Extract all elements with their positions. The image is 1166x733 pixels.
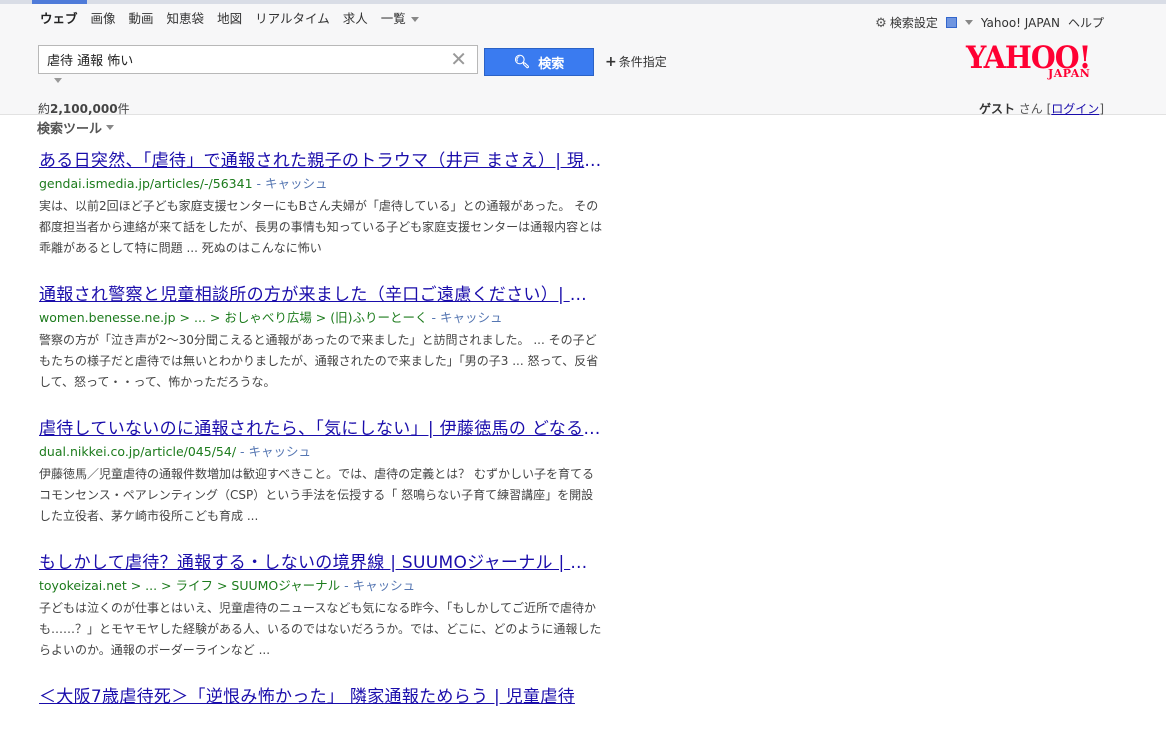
search-tools-toggle[interactable]: 検索ツール [37,118,115,137]
search-result: もしかして虐待？通報する・しないの境界線 | SUUMOジャーナル | 住まい … [39,552,604,661]
cache-link[interactable]: - キャッシュ [236,444,311,459]
result-count-number: 2,100,000 [50,102,118,116]
search-result: 虐待していないのに通報されたら、「気にしない」| 伊藤徳馬の どなる子育てから卒… [39,418,604,527]
result-title-link[interactable]: ある日突然、「虐待」で通報された親子のトラウマ（井戸 まさえ）| 現代ビジネス [39,150,604,172]
search-icon: 🔍︎ [513,54,531,70]
tab-more[interactable]: 一覧 [381,12,419,26]
tab-more-label: 一覧 [380,11,406,26]
search-button[interactable]: 🔍︎ 検索 [484,48,594,76]
result-title-link[interactable]: ＜大阪7歳虐待死＞「逆恨み怖かった」 隣家通報ためらう | 児童虐待 [39,686,604,708]
result-count: 約2,100,000件 [38,100,130,117]
result-url-text: toyokeizai.net > ... > ライフ > SUUMOジャーナル [39,578,341,593]
result-snippet: 実は、以前2回ほど子ども家庭支援センターにもBさん夫婦が「虐待している」との通報… [39,199,603,255]
guest-san: さん [ [1014,102,1052,116]
result-count-suffix: 件 [117,102,130,116]
result-snippet: 伊藤徳馬／児童虐待の通報件数増加は歓迎すべきこと。では、虐待の定義とは？ むずか… [39,467,594,523]
search-results: ある日突然、「虐待」で通報された親子のトラウマ（井戸 まさえ）| 現代ビジネス … [39,150,604,733]
tab-web[interactable]: ウェブ [40,12,78,26]
result-title-link[interactable]: 通報され警察と児童相談所の方が来ました（辛口ご遠慮ください）| おしゃべり広場 [39,284,604,306]
search-button-label: 検索 [538,56,565,72]
yahoo-logo[interactable]: YAHOO! JAPAN [966,42,1106,84]
result-count-prefix: 約 [38,102,51,116]
search-result: ある日突然、「虐待」で通報された親子のトラウマ（井戸 まさえ）| 現代ビジネス … [39,150,604,259]
chevron-down-icon [410,16,419,22]
result-url: gendai.ismedia.jp/articles/-/56341 - キャッ… [39,176,604,192]
result-url: women.benesse.ne.jp > ... > おしゃべり広場 > (旧… [39,310,604,326]
help-link[interactable]: ヘルプ [1068,14,1104,31]
plus-icon: + [605,54,617,70]
suggest-chevron-icon[interactable] [54,78,62,83]
result-title-link[interactable]: 虐待していないのに通報されたら、「気にしない」| 伊藤徳馬の どなる子育てから卒… [39,418,604,440]
result-url-text: women.benesse.ne.jp > ... > おしゃべり広場 > (旧… [39,310,428,325]
search-input[interactable] [39,46,445,72]
search-result: 通報され警察と児童相談所の方が来ました（辛口ご遠慮ください）| おしゃべり広場 … [39,284,604,393]
advanced-search-label: 条件指定 [618,55,667,69]
advanced-search-link[interactable]: + 条件指定 [605,53,667,70]
top-links: ⚙ 検索設定 Yahoo! JAPAN ヘルプ [867,14,1104,32]
search-tools-label: 検索ツール [37,122,103,137]
search-box: ✕ [38,45,478,74]
chevron-down-icon [964,20,973,25]
tab-images[interactable]: 画像 [91,12,116,26]
result-url: toyokeizai.net > ... > ライフ > SUUMOジャーナル … [39,578,604,594]
result-url-text: dual.nikkei.co.jp/article/045/54/ [39,444,237,459]
guest-status: ゲスト さん [ログイン] [979,100,1104,117]
result-url: dual.nikkei.co.jp/article/045/54/ - キャッシ… [39,444,604,460]
vertical-nav: ウェブ 画像 動画 知恵袋 地図 リアルタイム 求人 一覧 [40,12,432,26]
tab-video[interactable]: 動画 [129,12,154,26]
login-link[interactable]: ログイン [1051,102,1099,116]
tab-realtime[interactable]: リアルタイム [255,12,330,26]
result-title-link[interactable]: もしかして虐待？通報する・しないの境界線 | SUUMOジャーナル | 住まい [39,552,604,574]
result-snippet: 子どもは泣くのが仕事とはいえ、児童虐待のニュースなども気になる昨今、「もしかして… [39,601,602,657]
tab-map[interactable]: 地図 [217,12,242,26]
display-mode-toggle[interactable] [945,17,973,28]
cache-link[interactable]: - キャッシュ [428,310,502,325]
result-url-text: gendai.ismedia.jp/articles/-/56341 [39,176,253,191]
yahoo-japan-link[interactable]: Yahoo! JAPAN [981,16,1060,30]
cache-link[interactable]: - キャッシュ [253,176,328,191]
search-settings-label: 検索設定 [889,16,938,30]
search-result: ＜大阪7歳虐待死＞「逆恨み怖かった」 隣家通報ためらう | 児童虐待 [39,686,604,708]
clear-icon[interactable]: ✕ [450,48,467,70]
search-settings-link[interactable]: ⚙ 検索設定 [875,14,938,31]
tab-chiebukuro[interactable]: 知恵袋 [167,12,205,26]
header: ウェブ 画像 動画 知恵袋 地図 リアルタイム 求人 一覧 ⚙ 検索設定 Yaho… [0,4,1166,117]
gear-icon: ⚙ [875,16,887,31]
guest-bracket-close: ] [1099,102,1104,116]
guest-label: ゲスト [978,102,1015,116]
cache-link[interactable]: - キャッシュ [340,578,415,593]
result-snippet: 警察の方が「泣き声が2～30分聞こえると通報があったので来ました」と訪問されまし… [39,333,599,389]
logo-subtitle: JAPAN [1048,67,1091,80]
window-icon [945,17,957,28]
chevron-down-icon [106,125,115,130]
tab-jobs[interactable]: 求人 [343,12,368,26]
